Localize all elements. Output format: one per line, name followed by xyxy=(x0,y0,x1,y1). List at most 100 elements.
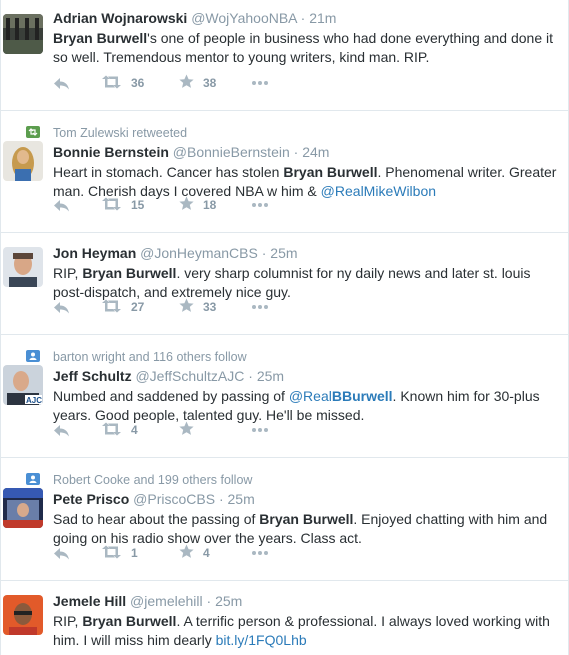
retweet-count: 36 xyxy=(131,76,145,90)
user-fullname[interactable]: Jemele Hill xyxy=(53,593,126,609)
tweet-actions: 4 xyxy=(53,412,302,448)
tweet-timestamp[interactable]: 25m xyxy=(215,593,242,609)
tweet[interactable]: Adrian Wojnarowski @WojYahooNBA · 21m Bry… xyxy=(1,0,568,111)
star-icon xyxy=(179,421,194,439)
tweet-text-segment: Numbed and saddened by passing of xyxy=(53,388,289,404)
tweet-header: Jeff Schultz @JeffSchultzAJC · 25m xyxy=(53,367,556,386)
tweet-header: Jon Heyman @JonHeymanCBS · 25m xyxy=(53,244,556,263)
favorite-button[interactable] xyxy=(179,420,237,440)
separator-dot: · xyxy=(218,491,224,507)
context-text[interactable]: Robert Cooke and 199 others follow xyxy=(53,472,252,489)
retweet-count: 1 xyxy=(131,546,138,560)
tweet-link[interactable]: BBurwell xyxy=(332,388,393,404)
tweet-link[interactable]: @Real xyxy=(289,388,332,404)
tweet[interactable]: Jemele Hill @jemelehill · 25m RIP, Bryan … xyxy=(1,581,568,655)
tweet-text-segment: Bryan Burwell xyxy=(53,30,148,46)
context-text[interactable]: Tom Zulewski retweeted xyxy=(53,125,187,142)
star-icon xyxy=(179,544,194,562)
more-options-icon[interactable] xyxy=(252,420,270,440)
tweet-context: Tom Zulewski retweeted xyxy=(26,123,556,143)
tweet[interactable]: Robert Cooke and 199 others follow Pete P… xyxy=(1,458,568,581)
retweet-button[interactable]: 1 xyxy=(101,543,159,563)
tweet-timestamp[interactable]: 21m xyxy=(309,10,336,26)
tweet-text-segment: Heart in stomach. Cancer has stolen xyxy=(53,164,284,180)
favorite-count: 38 xyxy=(203,76,217,90)
favorite-count: 4 xyxy=(203,546,210,560)
context-text[interactable]: barton wright and 116 others follow xyxy=(53,349,247,366)
tweet-text-segment: Bryan Burwell xyxy=(82,265,177,281)
user-handle[interactable]: @jemelehill xyxy=(130,593,203,609)
tweet-header: Adrian Wojnarowski @WojYahooNBA · 21m xyxy=(53,9,556,28)
user-fullname[interactable]: Jon Heyman xyxy=(53,245,136,261)
retweet-icon xyxy=(101,197,122,214)
separator-dot: · xyxy=(261,245,267,261)
reply-icon[interactable] xyxy=(53,420,79,440)
retweet-icon xyxy=(101,545,122,562)
retweet-icon xyxy=(101,75,122,92)
avatar[interactable] xyxy=(3,247,43,287)
tweet-actions: 15 18 xyxy=(53,187,302,223)
retweet-button[interactable]: 4 xyxy=(101,420,159,440)
reply-icon[interactable] xyxy=(53,73,79,93)
reply-icon[interactable] xyxy=(53,195,79,215)
separator-dot: · xyxy=(206,593,212,609)
tweet-context: barton wright and 116 others follow xyxy=(26,347,556,367)
tweet-timestamp[interactable]: 24m xyxy=(302,144,329,160)
timeline: Adrian Wojnarowski @WojYahooNBA · 21m Bry… xyxy=(0,0,569,655)
retweet-button[interactable]: 27 xyxy=(101,297,159,317)
retweeted-icon xyxy=(26,126,40,138)
follow-context-icon xyxy=(26,350,40,362)
user-handle[interactable]: @WojYahooNBA xyxy=(191,10,297,26)
tweet[interactable]: Jon Heyman @JonHeymanCBS · 25m RIP, Bryan… xyxy=(1,233,568,335)
tweet[interactable]: barton wright and 116 others follow AJC Je… xyxy=(1,335,568,458)
tweet-text-segment: Bryan Burwell xyxy=(259,511,354,527)
favorite-button[interactable]: 18 xyxy=(179,195,237,215)
retweet-button[interactable]: 15 xyxy=(101,195,159,215)
user-fullname[interactable]: Pete Prisco xyxy=(53,491,129,507)
separator-dot: · xyxy=(300,10,306,26)
retweet-button[interactable]: 36 xyxy=(101,73,159,93)
user-handle[interactable]: @PriscoCBS xyxy=(133,491,215,507)
avatar[interactable] xyxy=(3,488,43,528)
avatar[interactable]: AJC xyxy=(3,365,43,405)
favorite-button[interactable]: 38 xyxy=(179,73,237,93)
user-handle[interactable]: @JeffSchultzAJC xyxy=(135,368,244,384)
retweet-count: 27 xyxy=(131,300,145,314)
user-fullname[interactable]: Adrian Wojnarowski xyxy=(53,10,187,26)
avatar[interactable] xyxy=(3,141,43,181)
avatar[interactable] xyxy=(3,14,43,54)
tweet-actions: 27 33 xyxy=(53,289,302,325)
tweet-timestamp[interactable]: 25m xyxy=(270,245,297,261)
tweet-text-segment: Bryan Burwell xyxy=(283,164,378,180)
user-fullname[interactable]: Bonnie Bernstein xyxy=(53,144,169,160)
more-options-icon[interactable] xyxy=(252,297,270,317)
tweet-text-segment: RIP, xyxy=(53,613,83,629)
reply-icon[interactable] xyxy=(53,297,79,317)
tweet-text-segment: Bryan Burwell xyxy=(82,613,177,629)
separator-dot: · xyxy=(293,144,299,160)
tweet-text: Bryan Burwell's one of people in busines… xyxy=(53,29,558,67)
tweet-timestamp[interactable]: 25m xyxy=(228,491,255,507)
favorite-button[interactable]: 33 xyxy=(179,297,237,317)
favorite-button[interactable]: 4 xyxy=(179,543,237,563)
avatar[interactable] xyxy=(3,595,43,635)
user-fullname[interactable]: Jeff Schultz xyxy=(53,368,132,384)
tweet-text: RIP, Bryan Burwell. A terrific person & … xyxy=(53,612,558,650)
user-handle[interactable]: @BonnieBernstein xyxy=(173,144,290,160)
tweet-header: Jemele Hill @jemelehill · 25m xyxy=(53,592,556,611)
reply-icon[interactable] xyxy=(53,543,79,563)
tweet-timestamp[interactable]: 25m xyxy=(257,368,284,384)
more-options-icon[interactable] xyxy=(252,195,270,215)
retweet-count: 15 xyxy=(131,198,145,212)
user-handle[interactable]: @JonHeymanCBS xyxy=(140,245,258,261)
tweet[interactable]: Tom Zulewski retweeted Bonnie Bernstein @… xyxy=(1,111,568,233)
follow-context-icon xyxy=(26,473,40,485)
more-options-icon[interactable] xyxy=(252,73,270,93)
star-icon xyxy=(179,196,194,214)
tweet-link[interactable]: bit.ly/1FQ0Lhb xyxy=(216,632,307,648)
favorite-count: 18 xyxy=(203,198,217,212)
tweet-context: Robert Cooke and 199 others follow xyxy=(26,470,556,490)
more-options-icon[interactable] xyxy=(252,543,270,563)
tweet-link[interactable]: @RealMikeWilbon xyxy=(321,183,436,199)
separator-dot: · xyxy=(248,368,253,384)
